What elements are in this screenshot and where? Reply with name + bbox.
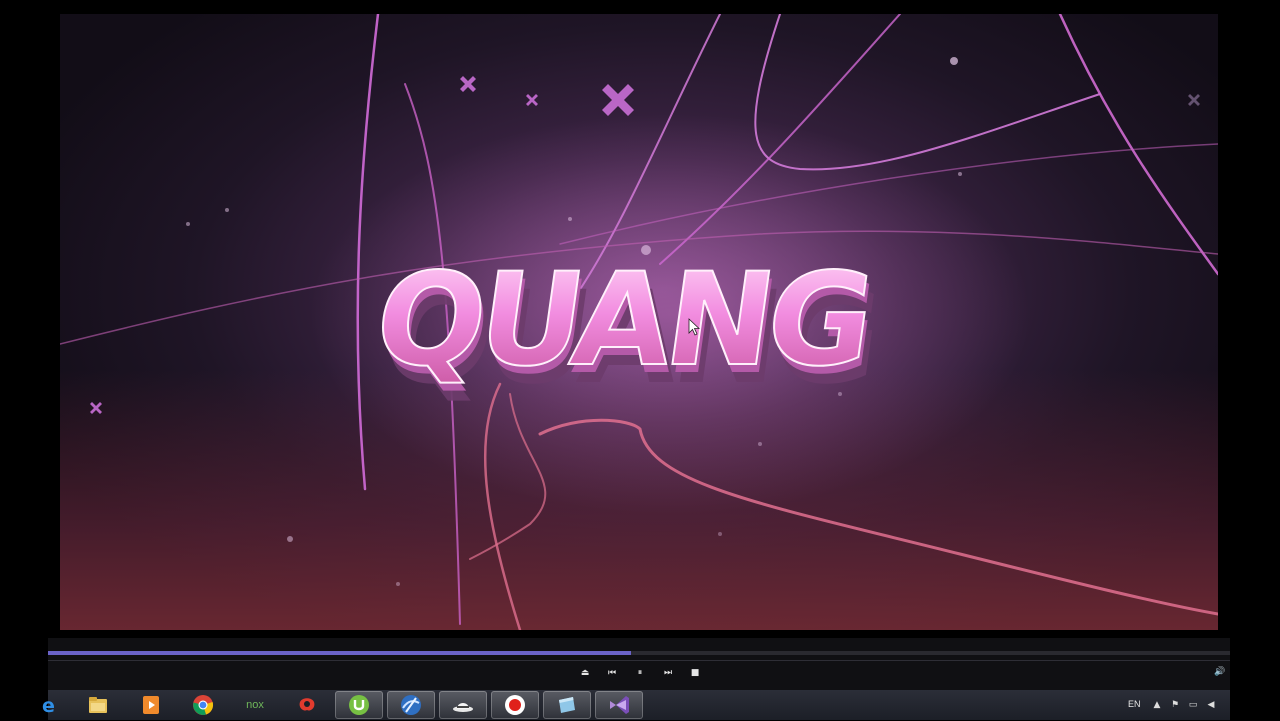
taskbar-app-chrome[interactable] — [179, 691, 227, 719]
taskbar-app-ie[interactable]: e — [40, 691, 68, 719]
system-tray: EN ▲ ⚑ ▭ ◀ — [1120, 690, 1230, 720]
taskbar-app-hat[interactable] — [439, 691, 487, 719]
settings-globe-icon — [401, 695, 421, 715]
svg-text:e: e — [42, 695, 55, 716]
next-button[interactable]: ⏭ — [659, 664, 677, 682]
seek-bar-fill — [48, 651, 631, 655]
windows-taskbar: e nox EN ▲ ⚑ ▭ ◀ — [42, 690, 1230, 720]
garena-icon — [299, 698, 315, 711]
eject-button[interactable]: ⏏ — [576, 664, 594, 682]
taskbar-app-nox[interactable]: nox — [231, 691, 279, 719]
taskbar-app-visual-studio[interactable] — [595, 691, 643, 719]
window-icon — [559, 697, 575, 713]
video-artwork: QUANG QUANG QUANG — [60, 14, 1218, 630]
network-icon[interactable]: ▭ — [1188, 700, 1198, 710]
internet-explorer-icon: e — [42, 695, 55, 716]
title-3d-text: QUANG QUANG QUANG — [365, 246, 884, 413]
nox-icon: nox — [246, 699, 264, 711]
stop-button[interactable]: ■ — [686, 664, 704, 682]
seek-bar[interactable] — [48, 651, 1230, 655]
record-icon — [505, 695, 525, 715]
taskbar-app-recorder[interactable] — [491, 691, 539, 719]
file-explorer-icon — [89, 697, 107, 713]
media-player-controls: ⏏ ⏮ ⏸ ⏭ ■ 🔊 — [48, 638, 1230, 690]
pause-button[interactable]: ⏸ — [631, 664, 649, 682]
video-frame[interactable]: QUANG QUANG QUANG — [60, 14, 1218, 630]
visual-studio-icon — [610, 696, 629, 714]
taskbar-app-explorer[interactable] — [74, 691, 122, 719]
hat-icon — [453, 703, 473, 712]
title-text: QUANG — [366, 247, 877, 395]
divider — [48, 660, 1230, 661]
taskbar-app-utorrent[interactable] — [335, 691, 383, 719]
taskbar-app-media-player[interactable] — [127, 691, 175, 719]
volume-icon[interactable]: ◀ — [1206, 700, 1216, 710]
taskbar-app-garena[interactable] — [283, 691, 331, 719]
chevron-up-icon[interactable]: ▲ — [1152, 700, 1162, 710]
previous-button[interactable]: ⏮ — [603, 664, 621, 682]
desktop-screen: QUANG QUANG QUANG ⏏ ⏮ ⏸ ⏭ ■ 🔊 e nox EN ▲… — [0, 0, 1280, 720]
utorrent-icon — [349, 695, 369, 715]
media-player-icon — [143, 696, 159, 714]
taskbar-app-window[interactable] — [543, 691, 591, 719]
language-indicator[interactable]: EN — [1128, 699, 1141, 709]
taskbar-app-globe[interactable] — [387, 691, 435, 719]
chrome-icon — [193, 695, 214, 715]
flag-icon[interactable]: ⚑ — [1170, 700, 1180, 710]
volume-icon[interactable]: 🔊 — [1214, 667, 1226, 679]
